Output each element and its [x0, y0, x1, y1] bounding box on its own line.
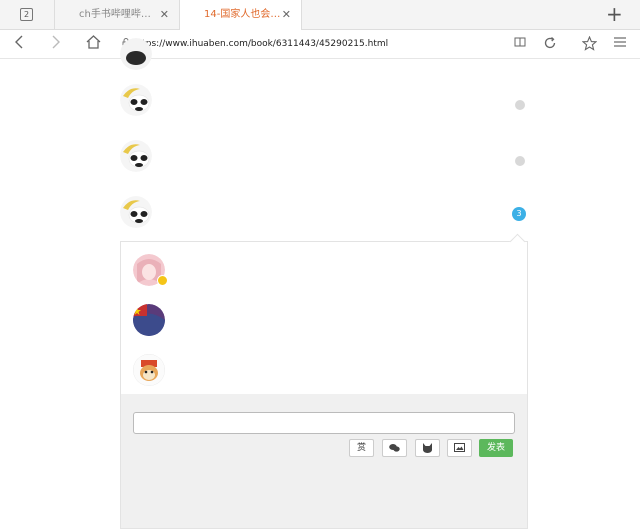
status-dot	[515, 100, 525, 110]
reply-avatar[interactable]	[133, 304, 165, 336]
comment-list: 3 赏 发表	[0, 38, 640, 529]
home-icon[interactable]	[86, 35, 101, 53]
tab-2-title: 14-国家人也会穿...	[204, 9, 282, 20]
back-chevron-icon[interactable]	[14, 35, 24, 53]
new-tab-plus-icon[interactable]: +	[606, 2, 623, 26]
forward-chevron-icon[interactable]	[51, 35, 61, 53]
commenter-avatar[interactable]	[120, 196, 152, 228]
chat-bubble-icon[interactable]	[382, 439, 407, 457]
tab-1-title: ch手书哔哩哔哩a...	[79, 9, 157, 20]
cat-emoji-icon[interactable]	[415, 439, 440, 457]
status-dot	[515, 156, 525, 166]
send-button[interactable]: 发表	[479, 439, 513, 457]
url-text: https://www.ihuaben.com/book/6311443/452…	[133, 39, 389, 49]
commenter-avatar[interactable]	[120, 140, 152, 172]
tab-bar: 2 ch手书哔哩哔哩a... ✕ 14-国家人也会穿... ✕ +	[0, 0, 640, 31]
close-icon[interactable]: ✕	[282, 0, 291, 30]
reply-panel: 赏 发表	[120, 241, 528, 529]
reader-mode-icon[interactable]	[514, 36, 526, 52]
close-icon[interactable]: ✕	[160, 0, 169, 30]
tab-2-active[interactable]: 14-国家人也会穿... ✕	[179, 0, 302, 31]
refresh-icon[interactable]	[543, 36, 557, 54]
vip-badge-icon	[157, 275, 168, 286]
url-field[interactable]: https://www.ihuaben.com/book/6311443/452…	[122, 38, 388, 49]
reply-count-badge[interactable]: 3	[512, 207, 526, 221]
image-upload-icon[interactable]	[447, 439, 472, 457]
tab-count-button[interactable]: 2	[20, 8, 33, 21]
address-bar: https://www.ihuaben.com/book/6311443/452…	[0, 30, 640, 59]
bookmark-star-icon[interactable]	[581, 35, 598, 55]
commenter-avatar[interactable]	[120, 38, 152, 70]
reply-input[interactable]	[133, 412, 515, 434]
reply-avatar[interactable]	[133, 354, 165, 386]
commenter-avatar[interactable]	[120, 84, 152, 116]
menu-icon[interactable]	[614, 36, 626, 52]
tab-1[interactable]: ch手书哔哩哔哩a... ✕	[54, 0, 179, 30]
reward-button[interactable]: 赏	[349, 439, 374, 457]
reply-composer: 赏 发表	[121, 394, 527, 528]
